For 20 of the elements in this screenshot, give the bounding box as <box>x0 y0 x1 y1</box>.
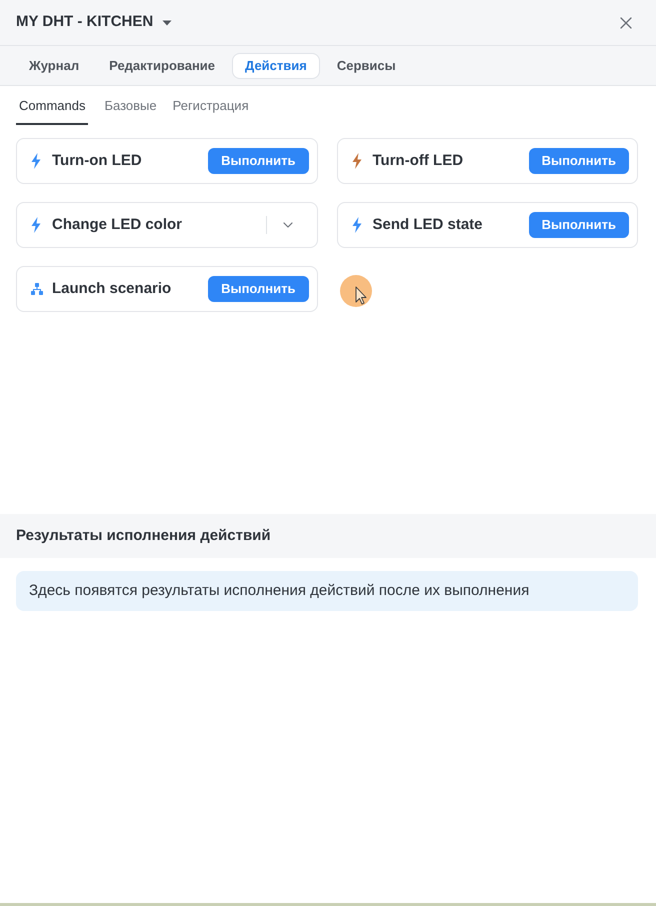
tab[interactable]: Журнал <box>16 52 92 78</box>
action-label: Change LED color <box>52 214 184 235</box>
results-title: Результаты исполнения действий <box>16 526 271 546</box>
sub-tab[interactable]: Регистрация <box>172 96 249 125</box>
caret-down-icon[interactable] <box>162 20 172 26</box>
run-button[interactable]: Выполнить <box>528 148 629 174</box>
sub-tab[interactable]: Commands <box>16 96 88 125</box>
info-message: Здесь появятся результаты исполнения действий после их выполнения <box>16 571 638 611</box>
run-button[interactable]: Выполнить <box>208 276 308 302</box>
action-label: Turn-on LED <box>52 150 143 171</box>
window-title: MY DHT - KITCHEN <box>16 12 154 32</box>
tab[interactable]: Действия <box>232 52 320 78</box>
action-label: Send LED state <box>372 214 484 235</box>
tab[interactable]: Сервисы <box>324 52 409 78</box>
tab[interactable]: Редактирование <box>96 52 228 78</box>
run-button[interactable]: Выполнить <box>208 148 308 174</box>
sub-tab[interactable]: Базовые <box>104 96 157 125</box>
run-button[interactable]: Выполнить <box>528 212 629 238</box>
action-label: Turn-off LED <box>372 150 464 171</box>
action-label: Launch scenario <box>52 278 172 299</box>
